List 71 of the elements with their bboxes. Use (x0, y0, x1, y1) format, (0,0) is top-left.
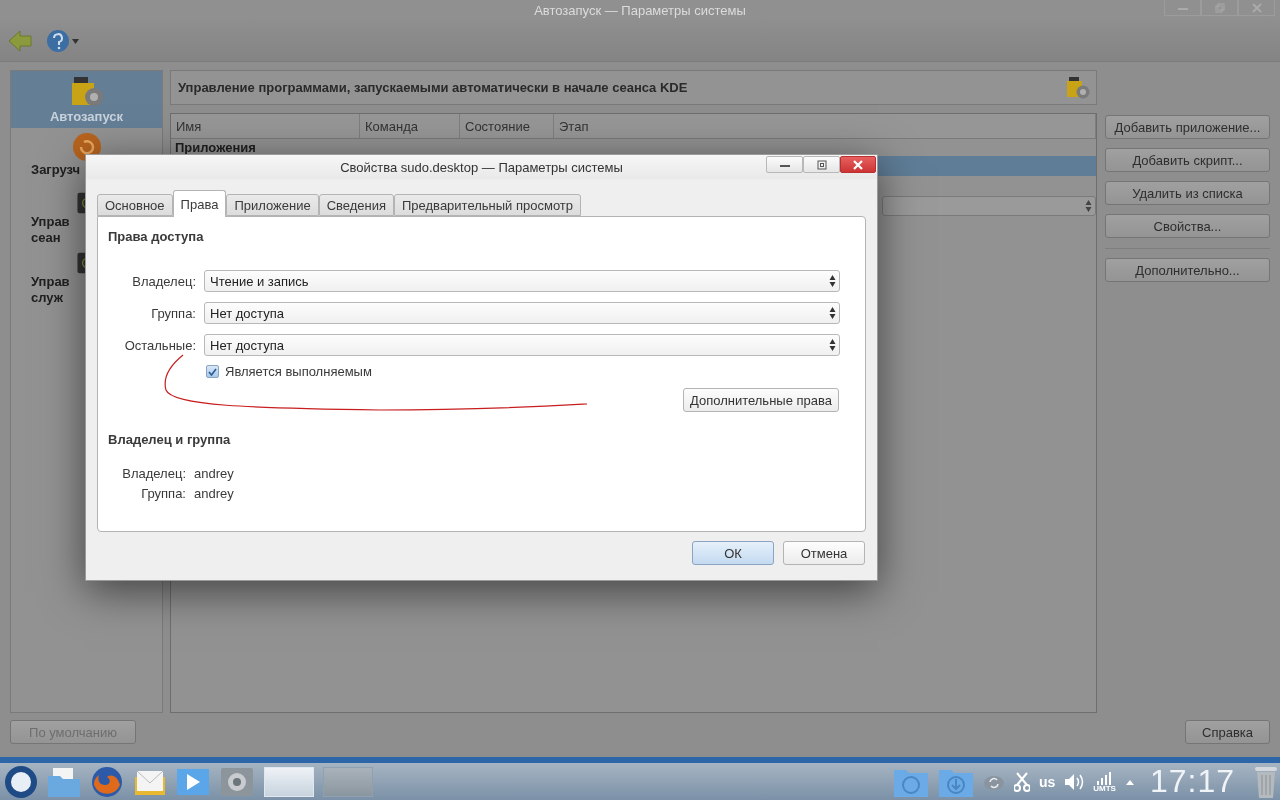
state-combo[interactable] (882, 196, 1096, 216)
close-button[interactable] (840, 156, 876, 173)
dialog-title: Свойства sudo.desktop — Параметры системы (340, 159, 623, 175)
column-header[interactable]: Команда (360, 114, 460, 138)
sidebar-label: Управ (30, 214, 70, 230)
sidebar-label: Автозапуск (49, 109, 124, 125)
play-icon[interactable] (176, 766, 210, 797)
side-button[interactable]: Добавить приложение... (1105, 115, 1270, 139)
tab[interactable]: Права (172, 190, 227, 217)
check-icon (208, 367, 217, 376)
header-text: Управление программами, запускаемыми автоматически в начале сеанса KDE (178, 80, 688, 95)
task-thumbnail[interactable] (323, 766, 373, 797)
minimize-button[interactable] (766, 156, 803, 173)
permission-combo[interactable]: Нет доступа (204, 334, 840, 356)
tab[interactable]: Приложение (226, 194, 319, 216)
sidebar-item[interactable]: Автозапуск (11, 71, 162, 128)
sidebar-label: Загрузч (30, 162, 81, 178)
sidebar-label: служ (30, 290, 63, 306)
speaker-icon[interactable] (1064, 772, 1085, 791)
field-value: andrey (194, 486, 234, 501)
tab[interactable]: Сведения (318, 194, 394, 216)
close-icon (1251, 2, 1262, 13)
spin-arrows-icon (829, 338, 836, 352)
section-title: Права доступа (108, 229, 205, 244)
keyboard-layout[interactable]: us (1038, 773, 1056, 790)
sidebar-label: сеан (30, 230, 61, 246)
side-button[interactable]: Добавить скрипт... (1105, 148, 1270, 172)
sidebar-label: Управ (30, 274, 70, 290)
close-icon (853, 159, 863, 170)
window-title: Автозапуск — Параметры системы (534, 2, 746, 18)
maximize-button[interactable] (803, 156, 840, 173)
scissors-icon[interactable] (1013, 771, 1030, 792)
more-button[interactable]: Дополнительно... (1105, 258, 1270, 282)
tab[interactable]: Предварительный просмотр (394, 194, 582, 216)
drive-gear-icon (69, 75, 104, 109)
side-button[interactable]: Свойства... (1105, 214, 1270, 238)
column-header[interactable]: Этап (554, 114, 1096, 138)
group-label: Приложения (174, 139, 257, 156)
checkbox-label: Является выполняемым (225, 364, 372, 379)
drive-gear-icon (1066, 75, 1090, 100)
signal-label: UMTS (1093, 784, 1116, 793)
tab[interactable]: Основное (97, 194, 173, 216)
settings-icon[interactable] (219, 765, 255, 798)
spin-arrows-icon (829, 274, 836, 288)
help-button[interactable]: Справка (1185, 720, 1270, 744)
permission-combo[interactable]: Нет доступа (204, 302, 840, 324)
field-label: Группа: (150, 305, 196, 321)
dialog-button[interactable]: Отмена (783, 541, 865, 565)
signal-icon[interactable] (1095, 770, 1114, 785)
back-arrow-icon[interactable] (8, 29, 32, 52)
side-button[interactable]: Удалить из списка (1105, 181, 1270, 205)
column-header[interactable]: Состояние (460, 114, 554, 138)
field-value: andrey (194, 466, 234, 481)
maximize-icon (816, 159, 827, 170)
section-title: Владелец и группа (108, 432, 232, 447)
advanced-permissions-button[interactable]: Дополнительные права (683, 388, 839, 412)
executable-checkbox[interactable] (206, 365, 219, 378)
field-label: Остальные: (123, 337, 196, 353)
permission-combo[interactable]: Чтение и запись (204, 270, 840, 292)
spin-arrows-icon (1085, 199, 1092, 213)
field-label: Владелец: (131, 273, 196, 289)
column-header[interactable]: Имя (171, 114, 360, 138)
field-label: Группа: (140, 486, 186, 501)
folder-icon[interactable] (47, 765, 81, 798)
help-icon[interactable] (46, 28, 80, 53)
trash-icon[interactable] (1254, 764, 1278, 799)
launcher-icon[interactable] (4, 764, 38, 799)
field-label: Владелец: (121, 466, 186, 481)
browser-icon[interactable] (90, 764, 124, 799)
dialog-button[interactable]: ОК (692, 541, 774, 565)
spin-arrows-icon (829, 306, 836, 320)
